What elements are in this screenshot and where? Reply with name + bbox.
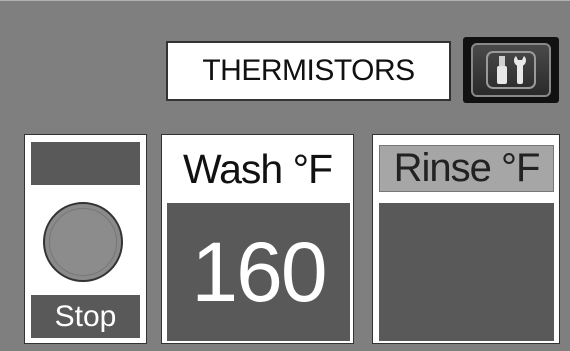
stop-panel: Stop [24,134,147,344]
stop-button[interactable] [43,202,123,282]
page-title-text: THERMISTORS [202,54,415,87]
wash-temperature-value: 160 [191,224,327,319]
tools-button[interactable] [463,37,559,103]
rinse-title-text: Rinse °F [393,146,541,190]
stop-label[interactable]: Stop [31,295,140,338]
rinse-title[interactable]: Rinse °F [379,145,554,192]
rinse-temperature-panel: Rinse °F [372,134,560,344]
wash-temperature-display: 160 [167,203,350,341]
wrench-screwdriver-icon [486,51,536,89]
wash-temperature-panel: Wash °F 160 [161,134,354,344]
stop-status-indicator [31,142,140,185]
page-title: THERMISTORS [166,41,451,101]
stop-label-text: Stop [54,299,117,333]
rinse-temperature-display [379,203,554,341]
wash-title: Wash °F [182,146,333,192]
thermistors-screen: THERMISTORS Stop Wash °F 160 Rinse °F [0,0,570,351]
tools-button-face[interactable] [471,43,551,97]
